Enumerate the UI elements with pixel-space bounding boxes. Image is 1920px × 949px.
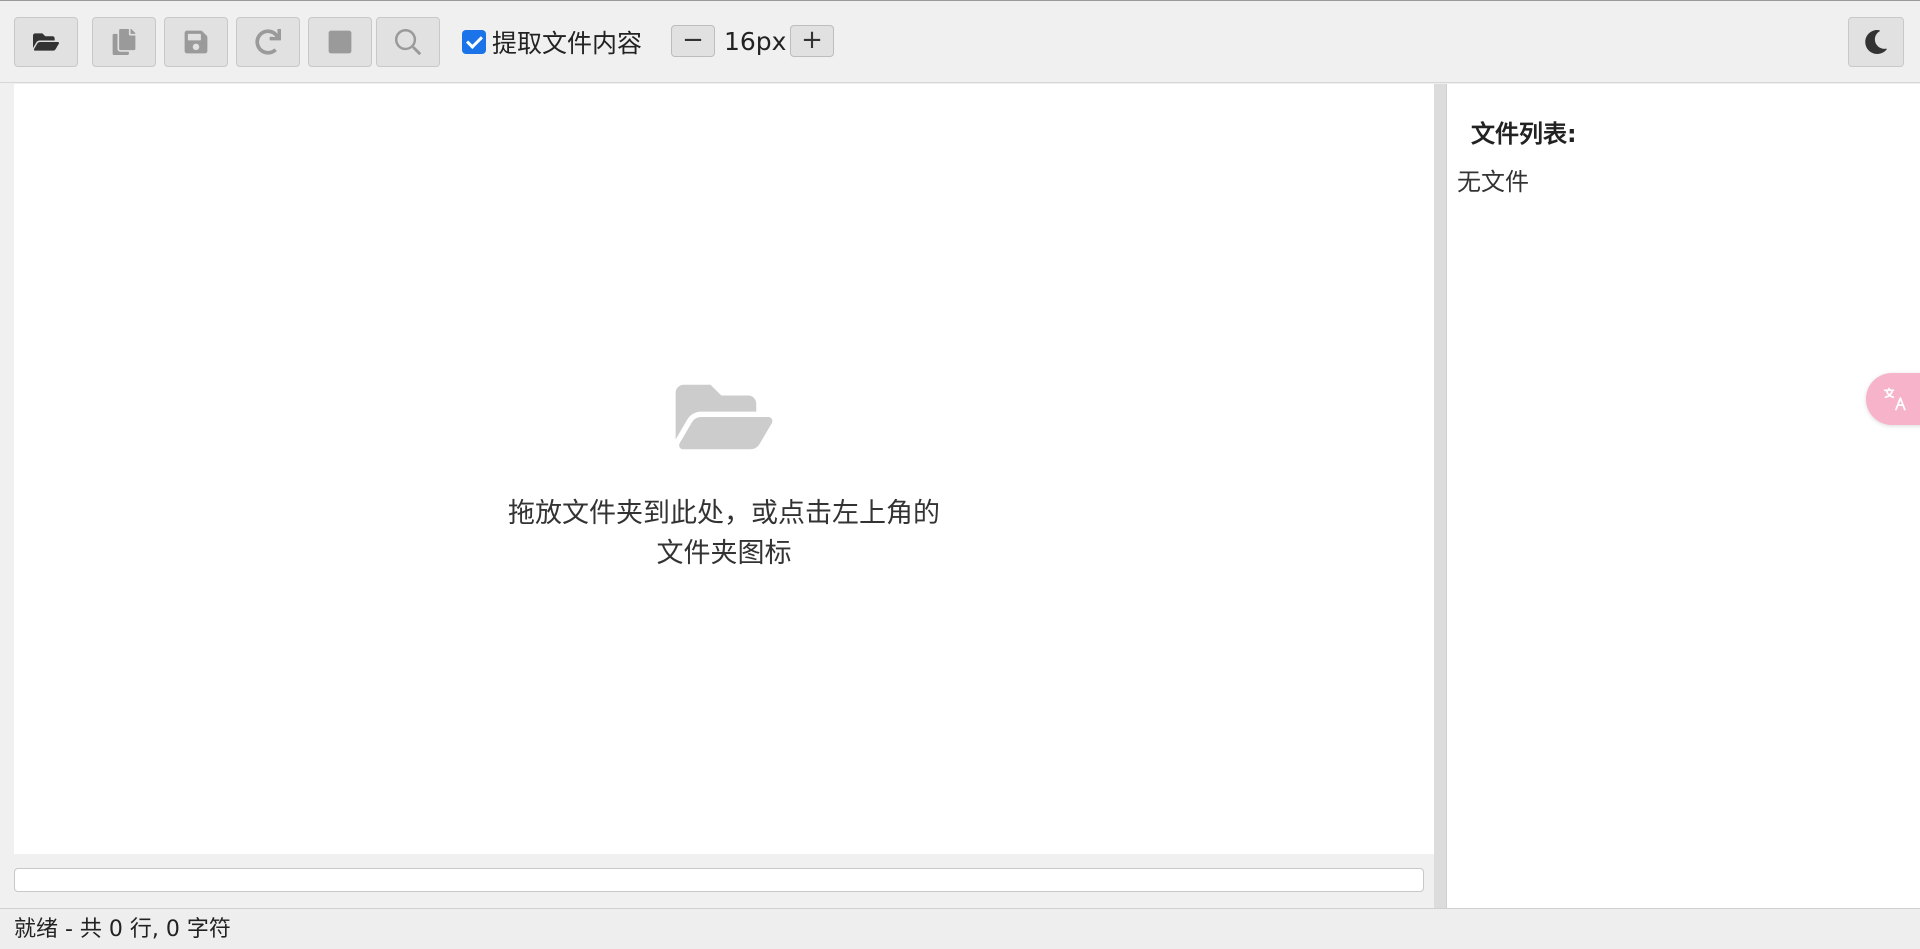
editor-drop-area[interactable]: 拖放文件夹到此处，或点击左上角的 文件夹图标 <box>14 84 1434 854</box>
folder-open-icon <box>33 33 59 51</box>
save-icon <box>184 30 208 54</box>
stop-button[interactable] <box>308 17 372 67</box>
extract-content-checkbox[interactable]: 提取文件内容 <box>462 27 643 58</box>
app-window: 提取文件内容 − 16px + 拖放文件夹到此处，或点击左上角的 文件夹图标 文… <box>0 0 1920 949</box>
theme-toggle-button[interactable] <box>1848 17 1904 67</box>
checkbox-checked-icon[interactable] <box>462 30 486 54</box>
search-icon <box>395 29 421 55</box>
search-button[interactable] <box>376 17 440 67</box>
search-input[interactable] <box>14 868 1424 892</box>
drop-hint-line1: 拖放文件夹到此处，或点击左上角的 <box>508 498 940 529</box>
file-list-panel: 文件列表: 无文件 <box>1446 84 1920 908</box>
toolbar: 提取文件内容 − 16px + <box>0 1 1920 83</box>
drop-hint: 拖放文件夹到此处，或点击左上角的 文件夹图标 <box>14 374 1434 574</box>
file-list-title: 文件列表: <box>1471 120 1577 148</box>
refresh-icon <box>255 29 281 55</box>
folder-open-large-icon <box>675 384 773 450</box>
translate-button[interactable] <box>1866 373 1920 425</box>
file-list-empty: 无文件 <box>1457 168 1529 196</box>
translate-icon <box>1883 387 1906 411</box>
copy-icon <box>112 29 136 55</box>
refresh-button[interactable] <box>236 17 300 67</box>
extract-content-label: 提取文件内容 <box>492 29 643 58</box>
open-folder-button[interactable] <box>14 17 78 67</box>
status-bar: 就绪 - 共 0 行, 0 字符 <box>0 908 1920 949</box>
copy-button[interactable] <box>92 17 156 67</box>
stop-icon <box>328 30 352 54</box>
drop-hint-text: 拖放文件夹到此处，或点击左上角的 文件夹图标 <box>14 494 1434 574</box>
moon-icon <box>1865 30 1887 54</box>
save-button[interactable] <box>164 17 228 67</box>
drop-hint-line2: 文件夹图标 <box>656 538 792 569</box>
font-size-value: 16px <box>724 27 787 56</box>
status-text: 就绪 - 共 0 行, 0 字符 <box>14 917 231 942</box>
font-size-decrease-button[interactable]: − <box>671 25 715 57</box>
font-size-increase-button[interactable]: + <box>790 25 834 57</box>
panel-splitter[interactable] <box>1434 84 1446 908</box>
